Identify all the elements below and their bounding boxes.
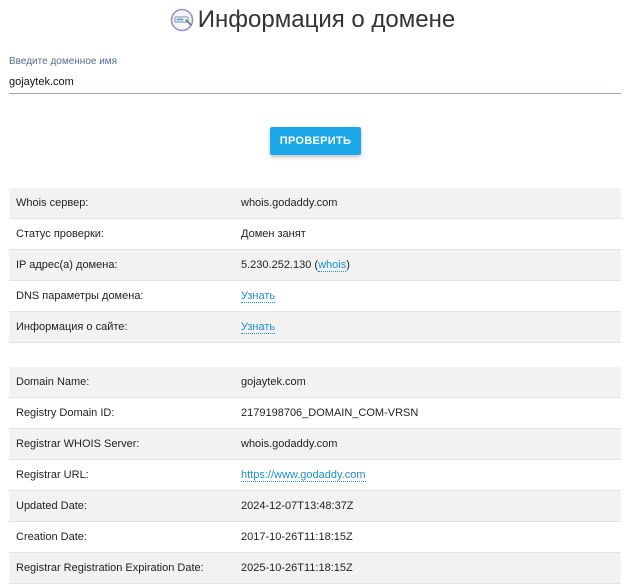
whois-link[interactable]: whois [318,259,347,272]
row-value: whois.godaddy.com [241,438,338,450]
row-value: 2025-10-26T11:18:15Z [241,562,353,574]
row-key: IP адрес(а) домена: [16,259,118,271]
row-value: Домен занят [241,228,306,240]
table-row: Статус проверки: Домен занят [9,218,621,249]
table-row: Whois сервер: whois.godaddy.com [9,188,621,218]
row-value: gojaytek.com [241,376,306,388]
row-value: Узнать [241,290,621,303]
row-value: 2179198706_DOMAIN_COM-VRSN [241,407,419,419]
row-value: 2017-10-26T11:18:15Z [241,531,353,543]
whois-table: Domain Name: gojaytek.com Registry Domai… [9,367,621,584]
row-value: Узнать [241,321,621,334]
row-value: whois.godaddy.com [241,197,338,209]
row-key: Registrar URL: [16,469,89,481]
row-value: https://www.godaddy.com [241,469,621,482]
row-key: Whois сервер: [16,197,89,209]
domain-field: Введите доменное имя [9,56,621,94]
table-row: Registrar Registration Expiration Date: … [9,552,621,584]
site-info-link[interactable]: Узнать [241,321,276,334]
table-row: IP адрес(а) домена: 5.230.252.130 (whois… [9,249,621,280]
ip-paren-close: ) [346,259,350,271]
row-key: Updated Date: [16,500,87,512]
table-row: Domain Name: gojaytek.com [9,367,621,397]
ip-address: 5.230.252.130 [241,259,312,271]
domain-search-icon [170,8,194,32]
row-key: Creation Date: [16,531,87,543]
row-key: Registrar WHOIS Server: [16,438,140,450]
table-row: Registry Domain ID: 2179198706_DOMAIN_CO… [9,397,621,428]
page-title: Информация о домене [197,6,456,33]
registrar-url-link[interactable]: https://www.godaddy.com [241,469,366,482]
table-row: Registrar WHOIS Server: whois.godaddy.co… [9,428,621,459]
domain-input-label: Введите доменное имя [9,56,118,67]
table-row: Registrar URL: https://www.godaddy.com [9,459,621,490]
table-row: Информация о сайте: Узнать [9,311,621,343]
table-row: Creation Date: 2017-10-26T11:18:15Z [9,521,621,552]
dns-lookup-link[interactable]: Узнать [241,290,276,303]
row-key: DNS параметры домена: [16,290,144,302]
row-key: Domain Name: [16,376,90,388]
domain-input[interactable] [9,70,621,94]
row-key: Registrar Registration Expiration Date: [16,562,204,574]
row-key: Registry Domain ID: [16,407,115,419]
table-row: Updated Date: 2024-12-07T13:48:37Z [9,490,621,521]
row-key: Статус проверки: [16,228,104,240]
row-value: 5.230.252.130 (whois) [241,259,621,272]
page-header: Информация о домене [0,4,625,36]
summary-table: Whois сервер: whois.godaddy.com Статус п… [9,188,621,343]
table-row: DNS параметры домена: Узнать [9,280,621,311]
row-key: Информация о сайте: [16,321,128,333]
row-value: 2024-12-07T13:48:37Z [241,500,354,512]
check-button[interactable]: ПРОВЕРИТЬ [270,127,361,155]
